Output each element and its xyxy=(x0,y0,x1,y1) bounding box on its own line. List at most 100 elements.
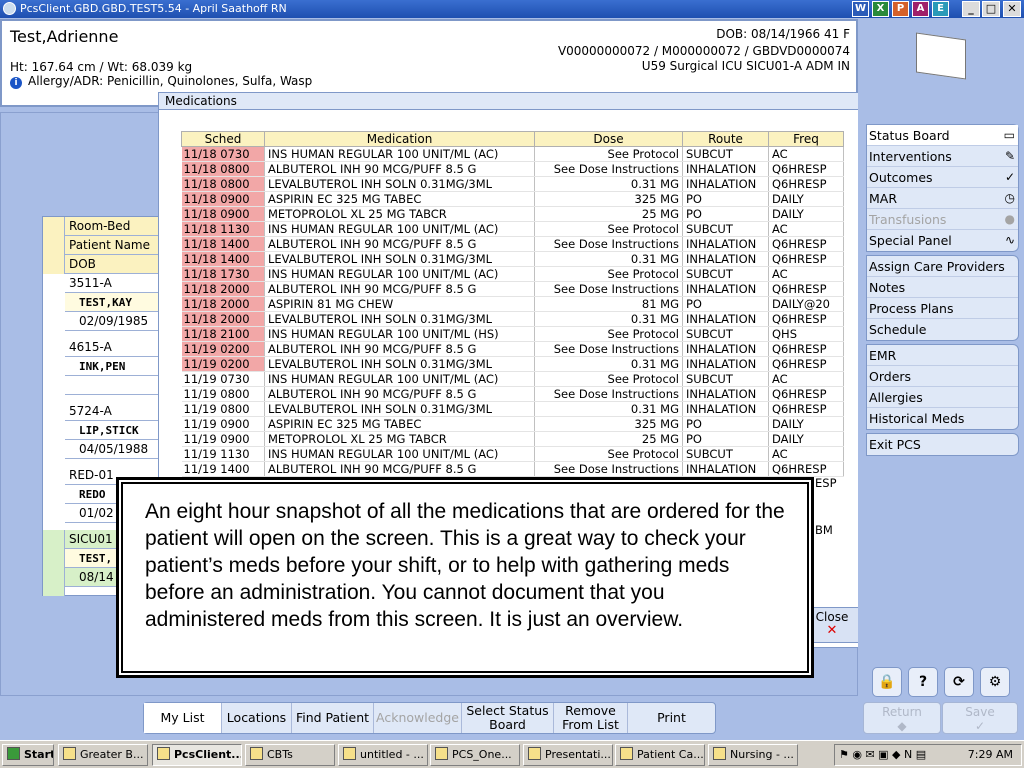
patient-location: U59 Surgical ICU SICU01-A ADM IN xyxy=(641,59,850,73)
nav-item-notes[interactable]: Notes xyxy=(867,277,1018,298)
table-row[interactable]: 11/18 2000 ASPIRIN 81 MG CHEW 81 MG PO DAILY… xyxy=(181,296,844,312)
sched-cell: 11/18 1730 xyxy=(181,266,265,282)
window-app-icon xyxy=(63,747,76,760)
nav-item-historical-meds[interactable]: Historical Meds xyxy=(867,408,1018,429)
explorer-icon[interactable]: E xyxy=(932,1,949,17)
table-row[interactable]: 11/18 0800 ALBUTEROL INH 90 MCG/PUFF 8.5 … xyxy=(181,161,844,177)
table-row[interactable]: 11/18 1130 INS HUMAN REGULAR 100 UNIT/ML … xyxy=(181,221,844,237)
table-row[interactable]: 11/18 0900 METOPROLOL XL 25 MG TABCR 25 MG… xyxy=(181,206,844,222)
lock-icon[interactable]: 🔒 xyxy=(872,667,902,697)
table-row[interactable]: 11/18 1400 LEVALBUTEROL INH SOLN 0.31MG/3… xyxy=(181,251,844,267)
blood-drop-icon: ● xyxy=(1004,212,1015,226)
column-header-medication[interactable]: Medication xyxy=(264,131,535,147)
taskbar-button[interactable]: Patient Ca... xyxy=(615,744,705,766)
table-row[interactable]: 11/19 0200 LEVALBUTEROL INH SOLN 0.31MG/3… xyxy=(181,356,844,372)
dose-cell: 25 MG xyxy=(534,431,683,447)
nav-item-status-board[interactable]: Status Board ▭ xyxy=(867,125,1018,146)
help-icon[interactable]: ? xyxy=(908,667,938,697)
patient-dob: DOB: 08/14/1966 41 F xyxy=(716,27,850,41)
dose-cell: 0.31 MG xyxy=(534,311,683,327)
taskbar-button[interactable]: Greater B... xyxy=(58,744,148,766)
freq-cell: Q6HRESP xyxy=(768,236,844,252)
table-row[interactable]: 11/18 2000 ALBUTEROL INH 90 MCG/PUFF 8.5 … xyxy=(181,281,844,297)
nav-item-assign-care-providers[interactable]: Assign Care Providers xyxy=(867,256,1018,277)
list-item-room[interactable]: 5724-A xyxy=(65,402,163,421)
settings-icon[interactable]: ⚙ xyxy=(980,667,1010,697)
powerpoint-icon[interactable]: P xyxy=(892,1,909,17)
table-row[interactable]: 11/18 2000 LEVALBUTEROL INH SOLN 0.31MG/3… xyxy=(181,311,844,327)
medication-cell: LEVALBUTEROL INH SOLN 0.31MG/3ML xyxy=(264,311,535,327)
nav-item-emr[interactable]: EMR xyxy=(867,345,1018,366)
minimize-button[interactable]: _ xyxy=(962,1,980,17)
refresh-icon[interactable]: ⟳ xyxy=(944,667,974,697)
table-row[interactable]: 11/18 2100 INS HUMAN REGULAR 100 UNIT/ML … xyxy=(181,326,844,342)
column-header-dose[interactable]: Dose xyxy=(534,131,683,147)
remove-from-list-button[interactable]: Remove From List xyxy=(554,703,628,733)
word-icon[interactable]: W xyxy=(852,1,869,17)
table-row[interactable]: 11/18 1400 ALBUTEROL INH 90 MCG/PUFF 8.5 … xyxy=(181,236,844,252)
route-cell: INHALATION xyxy=(682,356,769,372)
sched-cell: 11/18 1400 xyxy=(181,236,265,252)
table-row[interactable]: 11/19 1400 ALBUTEROL INH 90 MCG/PUFF 8.5 … xyxy=(181,461,844,477)
nav-item-outcomes[interactable]: Outcomes ✓ xyxy=(867,167,1018,188)
taskbar-button[interactable]: PcsClient... xyxy=(152,744,242,766)
taskbar-button[interactable]: Presentati... xyxy=(523,744,613,766)
nav-item-exit-pcs[interactable]: Exit PCS xyxy=(867,434,1018,455)
column-header-dob[interactable]: DOB xyxy=(65,255,163,274)
taskbar-button[interactable]: untitled - ... xyxy=(338,744,428,766)
route-cell: SUBCUT xyxy=(682,371,769,387)
locations-button[interactable]: Locations xyxy=(222,703,292,733)
nav-item-process-plans[interactable]: Process Plans xyxy=(867,298,1018,319)
taskbar-button[interactable]: CBTs xyxy=(245,744,335,766)
nav-item-interventions[interactable]: Interventions ✎ xyxy=(867,146,1018,167)
table-row[interactable]: 11/19 0730 INS HUMAN REGULAR 100 UNIT/ML … xyxy=(181,371,844,387)
select-status-board-button[interactable]: Select Status Board xyxy=(462,703,554,733)
find-patient-button[interactable]: Find Patient xyxy=(292,703,374,733)
table-row[interactable]: 11/18 1730 INS HUMAN REGULAR 100 UNIT/ML … xyxy=(181,266,844,282)
print-button[interactable]: Print xyxy=(628,703,715,733)
medication-cell: LEVALBUTEROL INH SOLN 0.31MG/3ML xyxy=(264,356,535,372)
close-window-button[interactable]: ✕ xyxy=(1003,1,1021,17)
route-cell: INHALATION xyxy=(682,341,769,357)
start-button[interactable]: Start xyxy=(2,744,54,766)
table-row[interactable]: 11/19 0800 LEVALBUTEROL INH SOLN 0.31MG/3… xyxy=(181,401,844,417)
excel-icon[interactable]: X xyxy=(872,1,889,17)
nav-item-special-panel[interactable]: Special Panel ∿ xyxy=(867,230,1018,251)
table-row[interactable]: 11/19 0900 METOPROLOL XL 25 MG TABCR 25 MG… xyxy=(181,431,844,447)
my-list-button[interactable]: My List xyxy=(144,703,222,733)
medication-cell: LEVALBUTEROL INH SOLN 0.31MG/3ML xyxy=(264,401,535,417)
return-button-label: Return xyxy=(882,705,922,719)
save-button[interactable]: Save ✓ xyxy=(942,702,1018,734)
nav-item-mar[interactable]: MAR ◷ xyxy=(867,188,1018,209)
return-button[interactable]: Return ◆ xyxy=(863,702,941,734)
column-header-patient-name[interactable]: Patient Name xyxy=(65,236,163,255)
column-header-room-bed[interactable]: Room-Bed xyxy=(65,217,163,236)
table-row[interactable]: 11/18 0800 LEVALBUTEROL INH SOLN 0.31MG/3… xyxy=(181,176,844,192)
table-row[interactable]: 11/19 0200 ALBUTEROL INH 90 MCG/PUFF 8.5 … xyxy=(181,341,844,357)
taskbar-button[interactable]: Nursing - ... xyxy=(708,744,798,766)
nav-item-allergies[interactable]: Allergies xyxy=(867,387,1018,408)
list-item-name[interactable]: INK,PEN xyxy=(65,357,163,376)
list-item-room[interactable]: 4615-A xyxy=(65,338,163,357)
table-row[interactable]: 11/19 1130 INS HUMAN REGULAR 100 UNIT/ML … xyxy=(181,446,844,462)
list-item-name[interactable]: TEST,KAY xyxy=(65,293,163,312)
taskbar-button[interactable]: PCS_One... xyxy=(430,744,520,766)
list-item-room[interactable]: 3511-A xyxy=(65,274,163,293)
medication-cell: INS HUMAN REGULAR 100 UNIT/ML (HS) xyxy=(264,326,535,342)
column-header-route[interactable]: Route xyxy=(682,131,769,147)
table-row[interactable]: 11/18 0900 ASPIRIN EC 325 MG TABEC 325 MG P… xyxy=(181,191,844,207)
table-row[interactable]: 11/18 0730 INS HUMAN REGULAR 100 UNIT/ML … xyxy=(181,146,844,162)
nav-item-schedule[interactable]: Schedule xyxy=(867,319,1018,340)
table-row[interactable]: 11/19 0900 ASPIRIN EC 325 MG TABEC 325 MG P… xyxy=(181,416,844,432)
sched-cell: 11/18 0900 xyxy=(181,206,265,222)
column-header-sched[interactable]: Sched xyxy=(181,131,265,147)
column-header-freq[interactable]: Freq xyxy=(768,131,844,147)
nav-item-orders[interactable]: Orders xyxy=(867,366,1018,387)
windows-taskbar: Start Greater B... PcsClient... CBTs untitl… xyxy=(0,740,1024,768)
access-icon[interactable]: A xyxy=(912,1,929,17)
list-item-name[interactable]: LIP,STICK xyxy=(65,421,163,440)
table-row[interactable]: 11/19 0800 ALBUTEROL INH 90 MCG/PUFF 8.5 … xyxy=(181,386,844,402)
table-header-row: Sched Medication Dose Route Freq xyxy=(181,131,844,147)
maximize-button[interactable]: □ xyxy=(982,1,1000,17)
dose-cell: See Dose Instructions xyxy=(534,161,683,177)
